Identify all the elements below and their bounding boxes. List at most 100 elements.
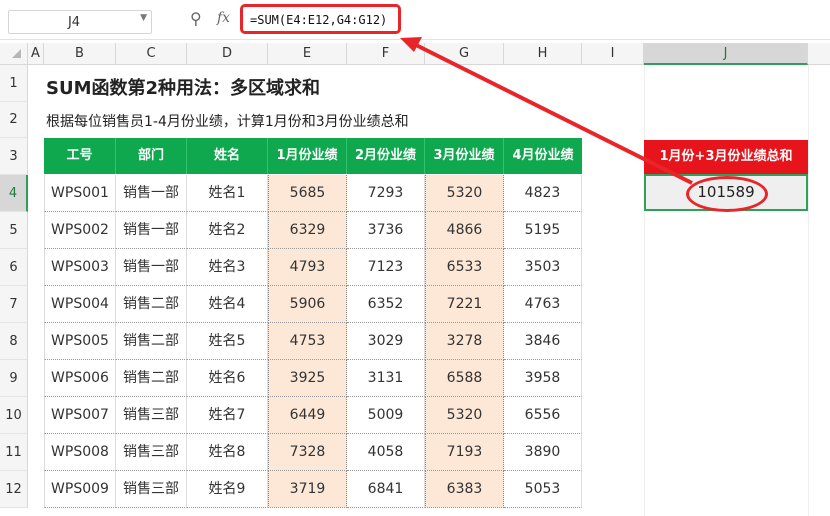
- sheet-title: SUM函数第2种用法：多区域求和: [46, 78, 321, 99]
- row-header-2[interactable]: 2: [0, 102, 28, 138]
- row-header-10[interactable]: 10: [0, 397, 28, 434]
- table-cell[interactable]: WPS008: [44, 434, 116, 471]
- table-cell[interactable]: 姓名7: [187, 397, 268, 434]
- table-cell[interactable]: 销售一部: [116, 212, 187, 249]
- row-header-5[interactable]: 5: [0, 212, 28, 249]
- column-header-f[interactable]: F: [347, 43, 425, 65]
- fx-icon[interactable]: fx: [217, 10, 230, 26]
- table-cell[interactable]: 3503: [504, 249, 582, 286]
- table-cell[interactable]: 销售二部: [116, 323, 187, 360]
- table-cell[interactable]: 6329: [268, 212, 347, 249]
- table-cell[interactable]: 4793: [268, 249, 347, 286]
- table-cell[interactable]: 销售三部: [116, 397, 187, 434]
- table-cell[interactable]: 3925: [268, 360, 347, 397]
- row-header-12[interactable]: 12: [0, 471, 28, 508]
- table-cell[interactable]: 销售二部: [116, 286, 187, 323]
- table-cell[interactable]: 6556: [504, 397, 582, 434]
- table-cell[interactable]: 姓名1: [187, 175, 268, 212]
- sheet-subtitle: 根据每位销售员1-4月份业绩，计算1月份和3月份业绩总和: [46, 114, 409, 130]
- table-cell[interactable]: 3890: [504, 434, 582, 471]
- row-header-7[interactable]: 7: [0, 286, 28, 323]
- table-cell[interactable]: 5685: [268, 175, 347, 212]
- table-cell[interactable]: 销售一部: [116, 249, 187, 286]
- row-header-11[interactable]: 11: [0, 434, 28, 471]
- select-all-corner[interactable]: [0, 43, 28, 65]
- table-header-jan: 1月份业绩: [268, 138, 347, 174]
- table-cell[interactable]: 姓名9: [187, 471, 268, 508]
- column-header-e[interactable]: E: [268, 43, 347, 65]
- table-cell[interactable]: 姓名6: [187, 360, 268, 397]
- column-header-d[interactable]: D: [187, 43, 268, 65]
- table-header-mar: 3月份业绩: [425, 138, 504, 174]
- row-header-6[interactable]: 6: [0, 249, 28, 286]
- table-cell[interactable]: WPS003: [44, 249, 116, 286]
- row-header-3[interactable]: 3: [0, 138, 28, 175]
- table-cell[interactable]: 6383: [425, 471, 504, 508]
- table-cell[interactable]: 姓名5: [187, 323, 268, 360]
- table-header-feb: 2月份业绩: [347, 138, 425, 174]
- name-box[interactable]: J4 ▼: [8, 10, 152, 34]
- table-header-apr: 4月份业绩: [504, 138, 582, 174]
- table-cell[interactable]: 4753: [268, 323, 347, 360]
- table-cell[interactable]: 5906: [268, 286, 347, 323]
- table-cell[interactable]: 6449: [268, 397, 347, 434]
- table-cell[interactable]: 3846: [504, 323, 582, 360]
- table-cell[interactable]: 4058: [347, 434, 425, 471]
- table-header-id: 工号: [44, 138, 116, 174]
- table-cell[interactable]: 4763: [504, 286, 582, 323]
- table-cell[interactable]: 销售二部: [116, 360, 187, 397]
- table-cell[interactable]: 3958: [504, 360, 582, 397]
- table-cell[interactable]: 销售三部: [116, 434, 187, 471]
- table-cell[interactable]: 3736: [347, 212, 425, 249]
- table-cell[interactable]: 7293: [347, 175, 425, 212]
- table-cell[interactable]: 销售三部: [116, 471, 187, 508]
- column-header-j[interactable]: J: [644, 43, 808, 65]
- table-cell[interactable]: 6588: [425, 360, 504, 397]
- table-header-name: 姓名: [187, 138, 268, 174]
- table-cell[interactable]: 4823: [504, 175, 582, 212]
- table-cell[interactable]: 6841: [347, 471, 425, 508]
- zoom-icon[interactable]: ⚲: [190, 9, 202, 28]
- table-cell[interactable]: 5320: [425, 397, 504, 434]
- table-cell[interactable]: 3029: [347, 323, 425, 360]
- column-header-b[interactable]: B: [44, 43, 116, 65]
- column-header-a[interactable]: A: [28, 43, 44, 65]
- table-cell[interactable]: 3278: [425, 323, 504, 360]
- table-cell[interactable]: 5053: [504, 471, 582, 508]
- table-cell[interactable]: 7328: [268, 434, 347, 471]
- column-header-row: A B C D E F G H I J: [0, 43, 830, 65]
- table-cell[interactable]: WPS007: [44, 397, 116, 434]
- column-header-i[interactable]: I: [582, 43, 644, 65]
- table-cell[interactable]: 7123: [347, 249, 425, 286]
- column-header-c[interactable]: C: [116, 43, 187, 65]
- table-cell[interactable]: 4866: [425, 212, 504, 249]
- column-header-g[interactable]: G: [425, 43, 504, 65]
- table-cell[interactable]: WPS004: [44, 286, 116, 323]
- table-cell[interactable]: 3719: [268, 471, 347, 508]
- column-header-h[interactable]: H: [504, 43, 582, 65]
- formula-bar: J4 ▼ ⚲ fx =SUM(E4:E12,G4:G12): [0, 0, 830, 40]
- table-cell[interactable]: WPS009: [44, 471, 116, 508]
- table-cell[interactable]: WPS002: [44, 212, 116, 249]
- table-cell[interactable]: 姓名3: [187, 249, 268, 286]
- table-cell[interactable]: 6352: [347, 286, 425, 323]
- table-cell[interactable]: WPS006: [44, 360, 116, 397]
- table-cell[interactable]: 6533: [425, 249, 504, 286]
- table-cell[interactable]: 姓名4: [187, 286, 268, 323]
- row-header-9[interactable]: 9: [0, 360, 28, 397]
- table-cell[interactable]: 姓名8: [187, 434, 268, 471]
- table-cell[interactable]: 5320: [425, 175, 504, 212]
- table-cell[interactable]: WPS005: [44, 323, 116, 360]
- table-cell[interactable]: 7221: [425, 286, 504, 323]
- table-cell[interactable]: 7193: [425, 434, 504, 471]
- row-header-4[interactable]: 4: [0, 175, 28, 212]
- table-cell[interactable]: 5195: [504, 212, 582, 249]
- row-header-8[interactable]: 8: [0, 323, 28, 360]
- table-cell[interactable]: WPS001: [44, 175, 116, 212]
- table-cell[interactable]: 销售一部: [116, 175, 187, 212]
- row-header-1[interactable]: 1: [0, 65, 28, 102]
- table-cell[interactable]: 3131: [347, 360, 425, 397]
- table-cell[interactable]: 姓名2: [187, 212, 268, 249]
- table-cell[interactable]: 5009: [347, 397, 425, 434]
- chevron-down-icon[interactable]: ▼: [140, 13, 147, 23]
